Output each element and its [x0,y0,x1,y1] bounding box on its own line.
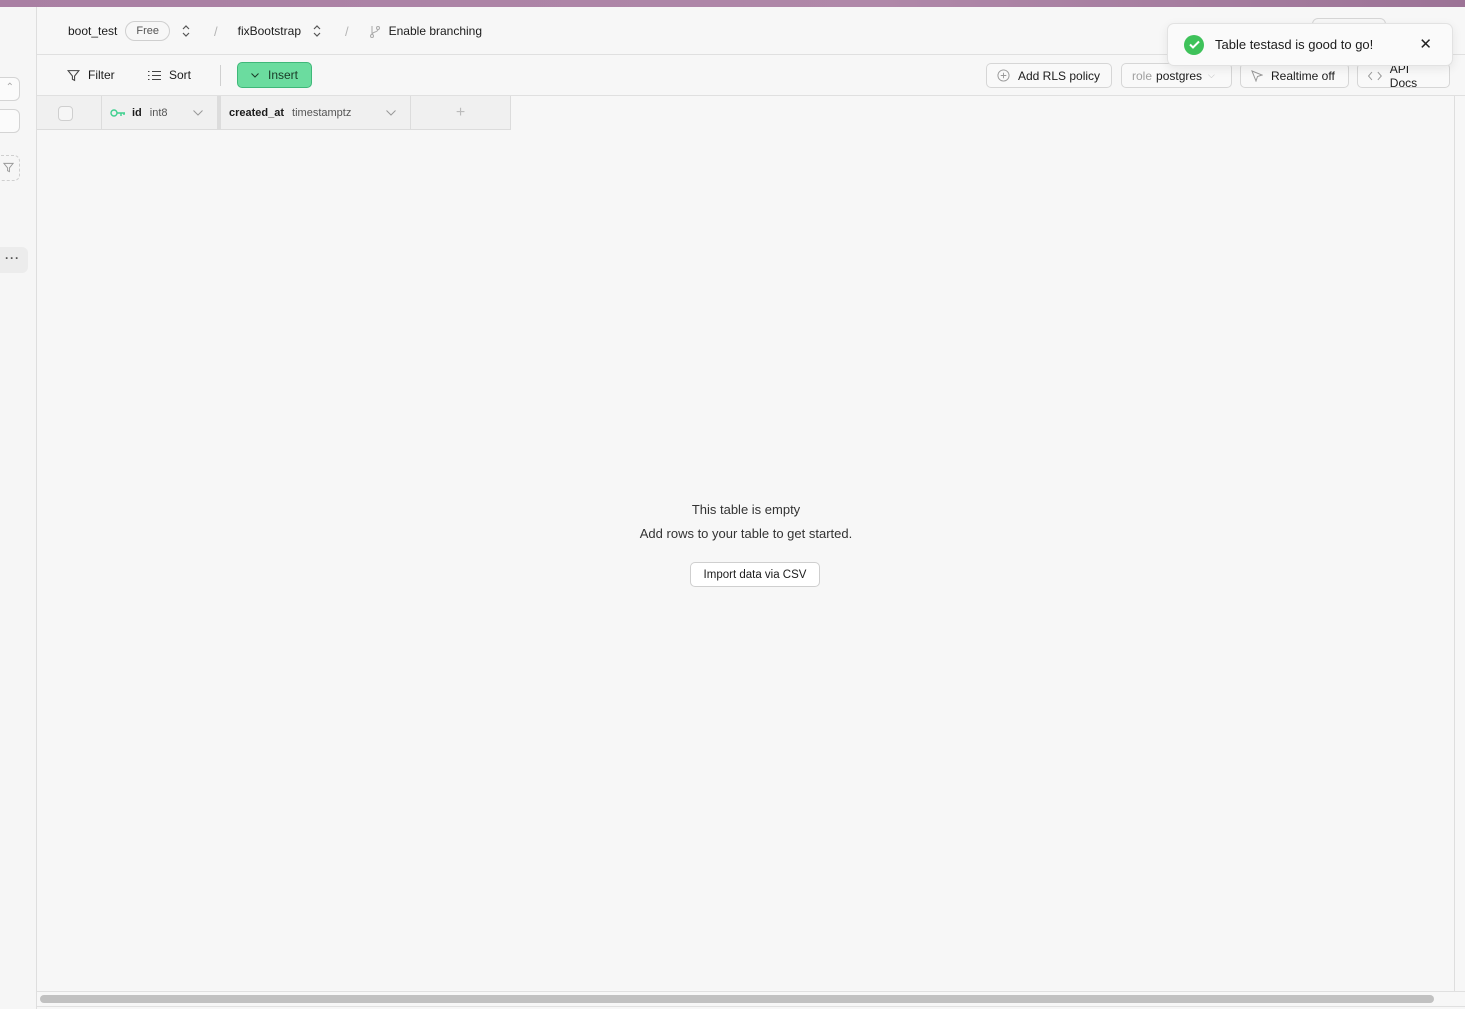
filter-icon [67,69,80,81]
plus-circle-icon [997,69,1010,82]
plan-badge: Free [125,21,170,41]
empty-state-subtitle: Add rows to your table to get started. [639,526,853,541]
add-column-button[interactable]: + [411,96,511,130]
primary-key-icon [110,109,125,117]
project-name[interactable]: boot_test [68,24,117,38]
filter-button[interactable]: Filter [67,62,115,88]
code-icon [1368,71,1382,80]
project-crumb[interactable]: boot_test Free [68,21,192,41]
sort-label: Sort [169,68,192,82]
chevron-down-icon[interactable] [193,110,203,116]
filter-tables-button[interactable] [0,155,20,181]
table-more-options-button[interactable]: ··· [0,247,28,273]
insert-label: Insert [267,68,298,82]
success-toast: Table testasd is good to go! ✕ [1167,23,1453,66]
grid-header-row: id int8 created_at timestamptz + [37,96,511,130]
enable-branching-label: Enable branching [388,24,483,38]
empty-state: This table is empty Add rows to your tab… [37,96,1455,991]
plus-icon: + [455,104,466,121]
insert-button[interactable]: Insert [237,62,312,88]
sort-button[interactable]: Sort [148,62,191,88]
role-value: postgres [1156,68,1203,83]
column-name: created_at [229,107,285,119]
chevron-down-icon: ⌵ [1208,70,1215,80]
select-all-cell [37,96,102,130]
table-search-input[interactable] [0,109,20,133]
select-all-checkbox[interactable] [57,105,73,121]
branch-name[interactable]: fixBootstrap [238,24,301,38]
breadcrumb-separator: / [345,23,349,39]
filter-icon [3,162,14,173]
branch-crumb[interactable]: fixBootstrap [238,23,323,39]
chevron-down-icon[interactable] [386,110,396,116]
column-header-id[interactable]: id int8 [102,96,221,130]
chevron-updown-icon[interactable] [180,23,192,39]
toolbar-divider [220,65,221,86]
chevron-down-icon [251,72,259,78]
column-header-created-at[interactable]: created_at timestamptz [221,96,411,130]
column-type: timestamptz [292,107,352,119]
scrollbar-thumb[interactable] [40,995,1434,1003]
add-rls-policy-button[interactable]: Add RLS policy [986,63,1112,88]
filter-label: Filter [88,68,115,82]
import-csv-button[interactable]: Import data via CSV [690,562,820,587]
check-circle-icon [1184,34,1204,55]
column-name: id [132,107,142,119]
breadcrumb: boot_test Free / fixBootstrap / Enable b… [68,7,482,55]
data-grid: id int8 created_at timestamptz + This ta… [37,96,1455,991]
chevron-updown-icon: ⌃ [5,82,14,93]
role-prefix: role [1132,68,1153,83]
api-docs-button[interactable]: API Docs [1357,62,1450,90]
column-type: int8 [149,107,168,119]
realtime-toggle-button[interactable]: Realtime off [1240,63,1349,88]
git-branch-icon [369,25,380,38]
realtime-label: Realtime off [1271,68,1335,83]
horizontal-scrollbar[interactable] [37,991,1465,1007]
chevron-updown-icon[interactable] [311,23,323,39]
list-icon [148,70,161,80]
close-icon[interactable]: ✕ [1419,36,1432,54]
empty-state-title: This table is empty [691,502,801,517]
window-title-bar [0,0,1465,7]
enable-branching-button[interactable]: Enable branching [369,24,482,38]
cursor-icon [1251,69,1263,82]
toast-message: Table testasd is good to go! [1215,37,1374,52]
schema-selector[interactable]: ⌃ [0,77,20,101]
left-sidebar: ⌃ ··· [0,7,37,1009]
add-rls-label: Add RLS policy [1018,68,1101,83]
role-selector[interactable]: role postgres ⌵ [1121,63,1232,88]
breadcrumb-separator: / [214,23,218,39]
